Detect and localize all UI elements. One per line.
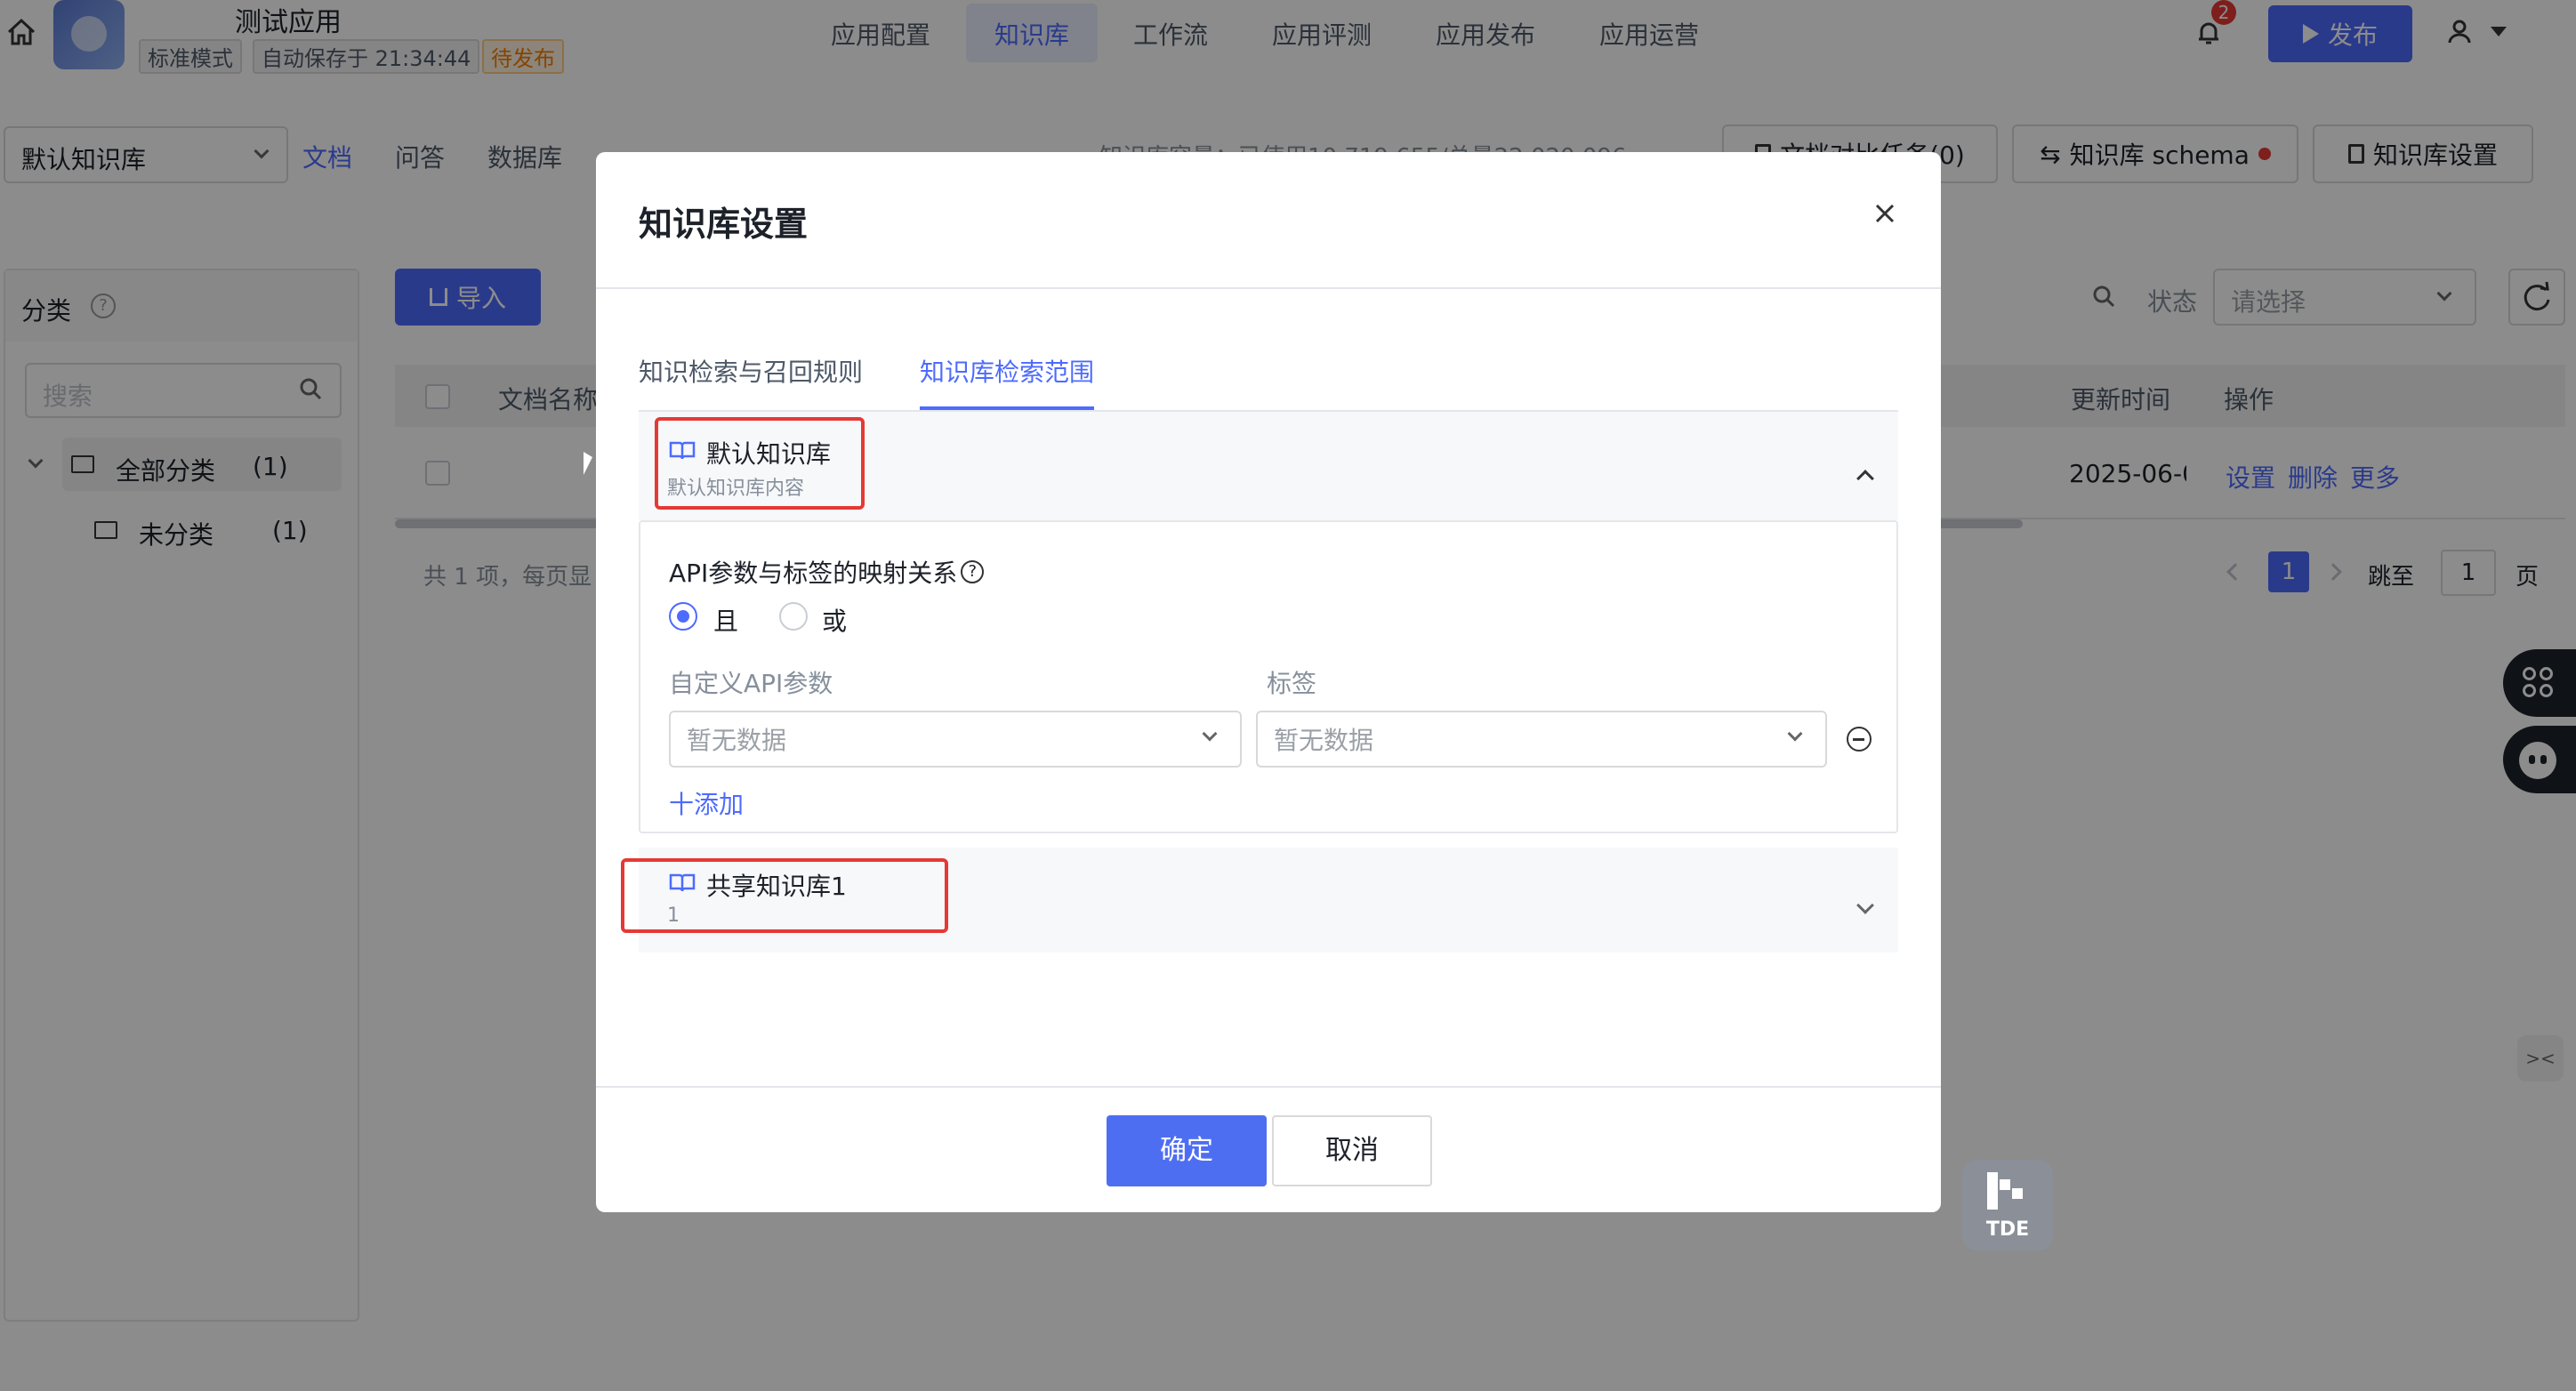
logic-and-radio[interactable] <box>669 602 697 631</box>
mapping-title: API参数与标签的映射关系 ? <box>669 554 985 590</box>
highlight-box-kb1 <box>655 417 865 510</box>
tde-label: TDE <box>1985 1218 2030 1241</box>
logic-and-label: 且 <box>713 607 739 636</box>
logic-or-radio[interactable] <box>779 602 808 631</box>
remove-row-icon[interactable] <box>1847 727 1872 752</box>
logic-or-label: 或 <box>822 607 848 636</box>
modal-header-divider <box>596 287 1941 289</box>
confirm-button[interactable]: 确定 <box>1107 1115 1267 1186</box>
cancel-button[interactable]: 取消 <box>1272 1115 1432 1186</box>
kb1-mapping-body: API参数与标签的映射关系 ? 且 或 自定义API参数 标签 暂无数据 暂无数… <box>639 520 1898 833</box>
mouse-cursor-icon <box>584 452 592 475</box>
tab-retrieval-rules[interactable]: 知识检索与召回规则 <box>639 353 863 389</box>
kb-settings-modal: 知识库设置 知识检索与召回规则 知识库检索范围 默认知识库 默认知识库内容 AP… <box>596 152 1941 1212</box>
tag-select[interactable]: 暂无数据 <box>1256 711 1827 768</box>
tde-float-button[interactable]: TDE <box>1962 1160 2053 1250</box>
tab-retrieval-scope[interactable]: 知识库检索范围 <box>920 353 1094 389</box>
modal-title: 知识库设置 <box>639 205 809 244</box>
param-select-placeholder: 暂无数据 <box>687 726 787 755</box>
tde-logo-icon <box>1987 1172 2023 1210</box>
param-select[interactable]: 暂无数据 <box>669 711 1242 768</box>
tag-select-placeholder: 暂无数据 <box>1274 726 1374 755</box>
tag-column-label: 标签 <box>1267 669 1317 698</box>
radio-dot <box>677 610 689 623</box>
add-mapping-button[interactable]: 十添加 <box>669 785 744 821</box>
chevron-down-icon <box>1202 726 1218 742</box>
mapping-title-text: API参数与标签的映射关系 <box>669 559 958 588</box>
highlight-box-kb2 <box>621 858 948 933</box>
param-column-label: 自定义API参数 <box>669 669 833 698</box>
chevron-down-icon <box>1787 726 1803 742</box>
modal-footer-divider <box>596 1086 1941 1088</box>
help-icon[interactable]: ? <box>961 560 985 583</box>
close-icon[interactable] <box>1870 198 1900 229</box>
